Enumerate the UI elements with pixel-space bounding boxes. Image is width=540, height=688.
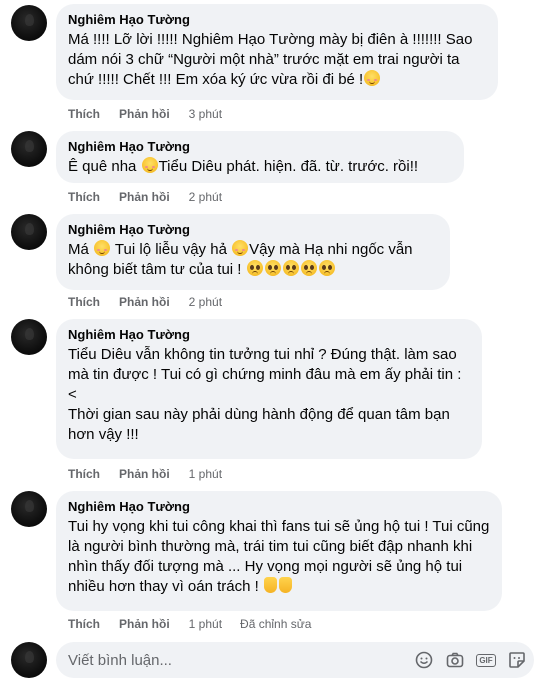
comment-actions: Thích Phản hồi 1 phút Đã chỉnh sửa bbox=[68, 616, 311, 632]
smiling-face-emoji-icon bbox=[94, 240, 111, 256]
comment-bubble: Nghiêm Hạo Tường Tiểu Diêu vẫn không tin… bbox=[56, 319, 482, 459]
comment-text-start: Má bbox=[68, 241, 94, 258]
gif-label: GIF bbox=[476, 653, 496, 667]
edited-label[interactable]: Đã chỉnh sửa bbox=[240, 616, 311, 632]
comment-actions: Thích Phản hồi 2 phút bbox=[68, 294, 240, 310]
comment-text: Má Tui lộ liễu vậy hả Vậy mà Hạ nhi ngốc… bbox=[68, 240, 438, 280]
comment-actions: Thích Phản hồi 2 phút bbox=[68, 189, 240, 205]
comment-timestamp[interactable]: 3 phút bbox=[189, 106, 222, 122]
avatar[interactable] bbox=[11, 642, 47, 678]
like-button[interactable]: Thích bbox=[68, 294, 100, 310]
reply-button[interactable]: Phản hồi bbox=[119, 616, 170, 632]
comment-composer: GIF bbox=[0, 640, 540, 680]
love-you-gesture-emoji-icon bbox=[278, 577, 292, 593]
comment-text: Ê quê nha Tiểu Diêu phát. hiện. đã. từ. … bbox=[68, 157, 452, 177]
comment-actions: Thích Phản hồi 1 phút bbox=[68, 466, 240, 482]
comment-timestamp[interactable]: 2 phút bbox=[189, 189, 222, 205]
comment-bubble: Nghiêm Hạo Tường Má !!!! Lỡ lời !!!!! Ng… bbox=[56, 4, 498, 100]
comment-bubble: Nghiêm Hạo Tường Má Tui lộ liễu vậy hả V… bbox=[56, 214, 450, 290]
comment-text-end: Tiểu Diêu phát. hiện. đã. từ. trước. rồi… bbox=[158, 158, 419, 175]
comment-timestamp[interactable]: 1 phút bbox=[189, 466, 222, 482]
comment-actions: Thích Phản hồi 3 phút bbox=[68, 106, 240, 122]
sticker-icon[interactable] bbox=[508, 651, 526, 669]
pleading-face-emoji-icon bbox=[246, 260, 263, 276]
composer-tools: GIF bbox=[415, 651, 526, 669]
comment-text: Má !!!! Lỡ lời !!!!! Nghiêm Hạo Tường mà… bbox=[68, 30, 486, 90]
comment-author[interactable]: Nghiêm Hạo Tường bbox=[68, 12, 486, 28]
comment-text: Tui hy vọng khi tui công khai thì fans t… bbox=[68, 517, 490, 597]
comment-input[interactable] bbox=[56, 642, 396, 678]
comment-text-content: Má !!!! Lỡ lời !!!!! Nghiêm Hạo Tường mà… bbox=[68, 31, 477, 88]
like-button[interactable]: Thích bbox=[68, 466, 100, 482]
comment-text-middle: Tui lộ liễu vậy hả bbox=[111, 241, 232, 258]
comment-timestamp[interactable]: 1 phút bbox=[189, 616, 222, 632]
relieved-face-emoji-icon bbox=[364, 70, 381, 86]
comment-author[interactable]: Nghiêm Hạo Tường bbox=[68, 222, 438, 238]
reply-button[interactable]: Phản hồi bbox=[119, 466, 170, 482]
comment-input-wrap: GIF bbox=[56, 642, 534, 678]
pleading-face-emoji-icon bbox=[318, 260, 335, 276]
comment-author[interactable]: Nghiêm Hạo Tường bbox=[68, 499, 490, 515]
camera-icon[interactable] bbox=[446, 651, 464, 669]
comment-author[interactable]: Nghiêm Hạo Tường bbox=[68, 327, 470, 343]
love-you-gesture-emoji-icon bbox=[263, 577, 277, 593]
avatar[interactable] bbox=[11, 131, 47, 167]
smiling-face-emoji-icon bbox=[232, 240, 249, 256]
reply-button[interactable]: Phản hồi bbox=[119, 189, 170, 205]
comment-author[interactable]: Nghiêm Hạo Tường bbox=[68, 139, 452, 155]
smiling-face-emoji-icon bbox=[141, 157, 158, 173]
pleading-face-emoji-icon bbox=[264, 260, 281, 276]
reply-button[interactable]: Phản hồi bbox=[119, 106, 170, 122]
like-button[interactable]: Thích bbox=[68, 106, 100, 122]
comment-bubble: Nghiêm Hạo Tường Tui hy vọng khi tui côn… bbox=[56, 491, 502, 611]
pleading-face-emoji-icon bbox=[300, 260, 317, 276]
avatar[interactable] bbox=[11, 491, 47, 527]
comment-bubble: Nghiêm Hạo Tường Ê quê nha Tiểu Diêu phá… bbox=[56, 131, 464, 183]
like-button[interactable]: Thích bbox=[68, 189, 100, 205]
comment-timestamp[interactable]: 2 phút bbox=[189, 294, 222, 310]
avatar[interactable] bbox=[11, 5, 47, 41]
smiley-icon[interactable] bbox=[415, 651, 433, 669]
reply-button[interactable]: Phản hồi bbox=[119, 294, 170, 310]
comment-text-start: Ê quê nha bbox=[68, 158, 141, 175]
pleading-face-emoji-icon bbox=[282, 260, 299, 276]
avatar[interactable] bbox=[11, 214, 47, 250]
gif-icon[interactable]: GIF bbox=[476, 651, 496, 669]
like-button[interactable]: Thích bbox=[68, 616, 100, 632]
comment-text: Tiểu Diêu vẫn không tin tưởng tui nhỉ ? … bbox=[68, 346, 462, 443]
avatar[interactable] bbox=[11, 319, 47, 355]
